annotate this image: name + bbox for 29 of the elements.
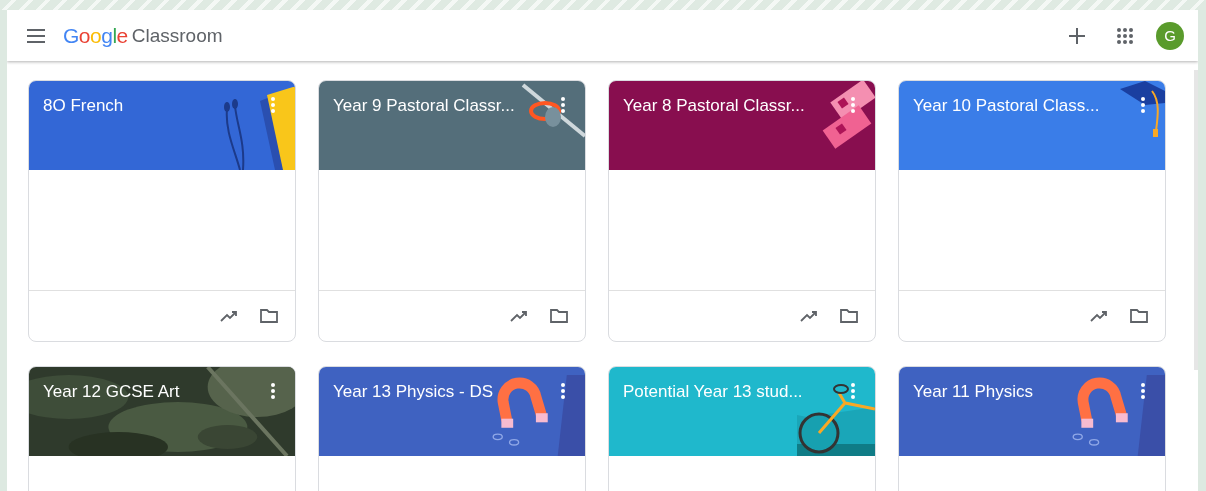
class-card[interactable]: 8O French <box>28 80 296 342</box>
more-icon[interactable] <box>1141 383 1145 399</box>
class-card[interactable]: Year 13 Physics - DS <box>318 366 586 491</box>
class-title[interactable]: Year 10 Pastoral Class... <box>913 96 1100 116</box>
logo: Google <box>63 23 128 48</box>
menu-icon[interactable] <box>27 28 45 43</box>
class-card[interactable]: Year 12 GCSE Art <box>28 366 296 491</box>
class-title[interactable]: 8O French <box>43 96 124 116</box>
plus-icon[interactable] <box>1068 26 1086 45</box>
class-card[interactable]: Year 10 Pastoral Class... <box>898 80 1166 342</box>
class-title[interactable]: Year 13 Physics - DS <box>333 382 493 402</box>
folder-icon[interactable] <box>549 306 569 326</box>
folder-icon[interactable] <box>1129 306 1149 326</box>
more-icon[interactable] <box>561 97 565 113</box>
more-icon[interactable] <box>561 383 565 399</box>
more-icon[interactable] <box>1141 97 1145 113</box>
class-title[interactable]: Year 9 Pastoral Classr... <box>333 96 515 116</box>
folder-icon[interactable] <box>839 306 859 326</box>
class-card[interactable]: Year 11 Physics <box>898 366 1166 491</box>
class-title[interactable]: Year 11 Physics <box>913 382 1033 402</box>
class-card[interactable]: Year 8 Pastoral Classr... <box>608 80 876 342</box>
folder-icon[interactable] <box>259 306 279 326</box>
class-card[interactable]: Year 9 Pastoral Classr... <box>318 80 586 342</box>
class-title[interactable]: Year 12 GCSE Art <box>43 382 180 402</box>
class-title[interactable]: Year 8 Pastoral Classr... <box>623 96 805 116</box>
app-title: Classroom <box>131 24 223 47</box>
avatar[interactable]: G <box>1156 21 1184 50</box>
apps-grid-icon[interactable] <box>1116 26 1134 45</box>
more-icon[interactable] <box>271 383 275 399</box>
